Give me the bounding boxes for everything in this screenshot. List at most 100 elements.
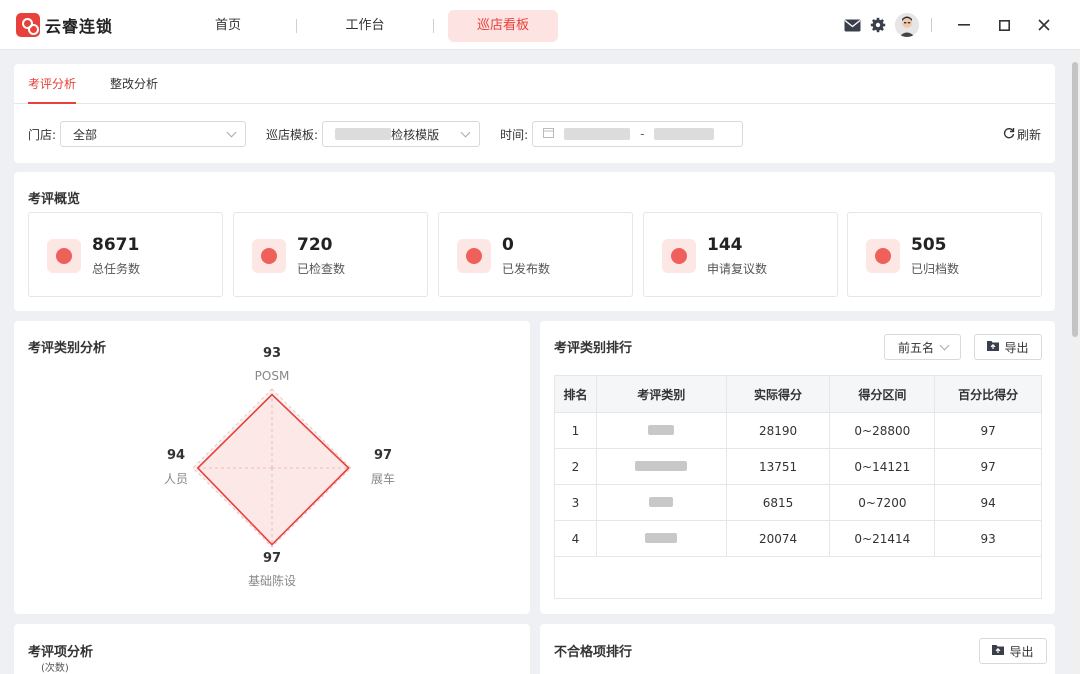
table-row[interactable]: 3 6815 0~7200 94: [554, 484, 1042, 521]
publish-icon: [457, 239, 491, 273]
redacted-start-date: [564, 128, 631, 140]
category-rank-table: 排名 考评类别 实际得分 得分区间 百分比得分 1 28190 0~28800 …: [554, 375, 1042, 557]
cell-category: [596, 520, 727, 557]
calendar-icon: [543, 127, 555, 141]
cell-rank: 4: [554, 520, 597, 557]
stat-card-checked[interactable]: 720 已检查数: [233, 212, 428, 297]
fail-rank-panel: 不合格项排行 导出: [540, 624, 1055, 674]
page-scrollbar[interactable]: [1070, 50, 1080, 674]
cell-range: 0~21414: [829, 520, 936, 557]
top-bar: 云睿连锁 首页 工作台 巡店看板: [0, 0, 1080, 50]
store-select[interactable]: 全部: [60, 121, 247, 147]
table-row[interactable]: 2 13751 0~14121 97: [554, 448, 1042, 485]
nav-patrol-dashboard[interactable]: 巡店看板: [448, 10, 558, 42]
radar-value-label: 94: [167, 448, 185, 463]
export-icon: [992, 644, 1005, 658]
stat-label: 已归档数: [911, 262, 960, 276]
refresh-button[interactable]: 刷新: [1003, 126, 1041, 143]
close-icon[interactable]: [1024, 12, 1064, 38]
cell-range: 0~7200: [829, 484, 936, 521]
cell-rank: 1: [554, 412, 597, 449]
redacted-end-date: [654, 128, 715, 140]
export-button[interactable]: 导出: [974, 334, 1042, 360]
chevron-down-icon: [460, 127, 471, 138]
stat-card-archived[interactable]: 505 已归档数: [847, 212, 1042, 297]
stat-value: 0: [502, 235, 514, 255]
col-header-category: 考评类别: [595, 375, 727, 413]
minimize-icon[interactable]: [944, 12, 984, 38]
template-label: 巡店模板:: [266, 127, 319, 142]
appeal-icon: [662, 239, 696, 273]
stat-value: 505: [911, 235, 947, 255]
radar-value-label: 93: [263, 346, 281, 361]
rank-range-select[interactable]: 前五名: [884, 334, 961, 360]
radar-category-label: POSM: [255, 369, 290, 383]
nav-workbench[interactable]: 工作台: [297, 10, 433, 42]
cell-range: 0~28800: [829, 412, 936, 449]
mail-icon[interactable]: [839, 12, 865, 38]
filter-row: 门店: 全部 巡店模板: 检核模版 时间: - 刷新: [28, 121, 1041, 147]
radar-chart: 93 POSM 97 展车 97 基础陈设 94 人员: [164, 346, 395, 588]
fail-rank-title: 不合格项排行: [554, 645, 633, 660]
col-header-rank: 排名: [554, 375, 597, 413]
app-logo[interactable]: 云睿连锁: [16, 12, 113, 38]
stat-label: 总任务数: [92, 262, 141, 276]
export-button[interactable]: 导出: [979, 638, 1047, 664]
col-header-score: 实际得分: [725, 375, 831, 413]
cell-score: 13751: [726, 448, 831, 485]
stat-value: 144: [707, 235, 743, 255]
stat-card-published[interactable]: 0 已发布数: [438, 212, 633, 297]
col-header-percent: 百分比得分: [934, 375, 1042, 413]
cell-percent: 97: [934, 448, 1042, 485]
task-icon: [47, 239, 81, 273]
cell-category: [596, 448, 727, 485]
item-analysis-title: 考评项分析: [28, 645, 94, 660]
overview-title: 考评概览: [28, 192, 81, 207]
maximize-icon[interactable]: [984, 12, 1024, 38]
stat-card-appeals[interactable]: 144 申请复议数: [643, 212, 838, 297]
archive-icon: [866, 239, 900, 273]
radar-series-area[interactable]: [196, 393, 350, 546]
analysis-tabs: 考评分析 整改分析: [14, 64, 1055, 104]
radar-category-label: 展车: [371, 471, 395, 486]
table-header-row: 排名 考评类别 实际得分 得分区间 百分比得分: [554, 375, 1042, 413]
user-avatar[interactable]: [895, 13, 919, 37]
check-icon: [252, 239, 286, 273]
cell-category: [596, 412, 727, 449]
tab-rectification-analysis[interactable]: 整改分析: [110, 64, 158, 104]
radar-category-label: 基础陈设: [248, 573, 296, 588]
stat-card-total-tasks[interactable]: 8671 总任务数: [28, 212, 223, 297]
category-rank-panel: 考评类别排行 前五名 导出 排名 考评类别 实际得分 得分区间 百分比得分 1 …: [540, 321, 1055, 614]
nav-home[interactable]: 首页: [160, 10, 296, 42]
stat-value: 8671: [92, 235, 140, 255]
scrollbar-thumb[interactable]: [1072, 62, 1078, 337]
table-row[interactable]: 1 28190 0~28800 97: [554, 412, 1042, 449]
cell-range: 0~14121: [829, 448, 936, 485]
nav-divider: [433, 19, 434, 33]
app-name: 云睿连锁: [45, 17, 114, 36]
export-label: 导出: [1004, 340, 1029, 355]
store-label: 门店:: [28, 127, 57, 142]
store-select-value: 全部: [73, 127, 98, 142]
table-row[interactable]: 4 20074 0~21414 93: [554, 520, 1042, 557]
refresh-icon: [1003, 127, 1015, 142]
redacted-text: [335, 128, 392, 140]
cell-percent: 97: [934, 412, 1042, 449]
cell-percent: 94: [934, 484, 1042, 521]
export-icon: [987, 340, 1000, 354]
tab-evaluation-analysis[interactable]: 考评分析: [28, 64, 77, 104]
top-divider: [931, 18, 932, 32]
category-rank-title: 考评类别排行: [554, 341, 633, 356]
time-label: 时间:: [500, 127, 529, 142]
category-analysis-panel: 考评类别分析 93 POSM 97 展车 97 基础陈设 94 人员: [14, 321, 530, 614]
radar-value-label: 97: [263, 551, 281, 566]
date-range-picker[interactable]: -: [532, 121, 744, 147]
cell-rank: 3: [554, 484, 597, 521]
radar-category-label: 人员: [164, 472, 188, 486]
template-select-value: 检核模版: [391, 127, 440, 142]
col-header-range: 得分区间: [829, 375, 936, 413]
cell-percent: 93: [934, 520, 1042, 557]
settings-gear-icon[interactable]: [865, 12, 891, 38]
template-select[interactable]: 检核模版: [322, 121, 481, 147]
overview-panel: 考评概览 8671 总任务数 720 已检查数 0 已发布数 144 申请复议数…: [14, 172, 1055, 311]
